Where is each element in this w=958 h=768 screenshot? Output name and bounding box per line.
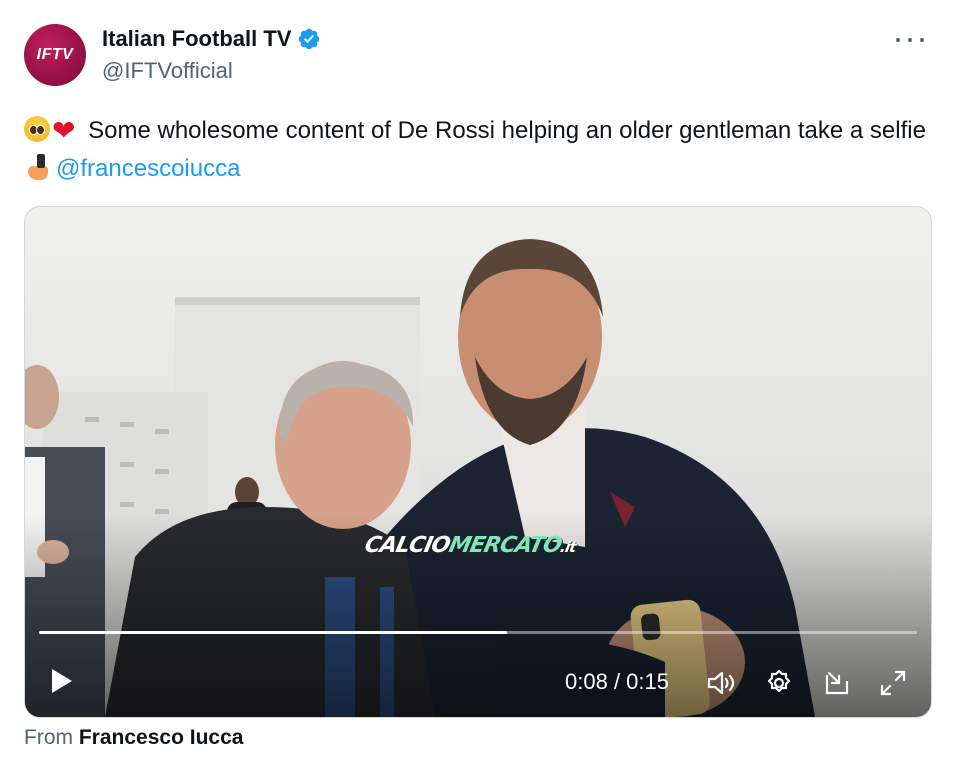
video-time: 0:08 / 0:15	[565, 669, 669, 694]
author-name-row: Italian Football TV	[102, 26, 321, 52]
more-options-icon[interactable]	[896, 30, 924, 50]
source-name-link[interactable]: Francesco Iucca	[79, 726, 244, 749]
volume-icon[interactable]	[705, 667, 737, 699]
selfie-emoji-icon	[28, 154, 50, 182]
dock-icon[interactable]	[821, 667, 853, 699]
tweet-card: IFTV Italian Football TV @IFTVofficial ❤…	[0, 0, 958, 768]
pleading-face-emoji-icon	[24, 116, 50, 142]
verified-badge-icon	[299, 28, 320, 50]
mention-link[interactable]: @francescoiucca	[56, 155, 240, 182]
video-progress-bar[interactable]	[39, 631, 917, 634]
tweet-text: ❤ Some wholesome content of De Rossi hel…	[24, 112, 934, 188]
video-player[interactable]: CALCIOMERCATO.it 0:08 / 0:15	[24, 206, 932, 718]
watermark-logo: CALCIOMERCATO.it	[362, 533, 578, 558]
video-frame	[25, 207, 931, 717]
tweet-body: Some wholesome content of De Rossi helpi…	[81, 117, 926, 144]
settings-icon[interactable]	[763, 667, 795, 699]
video-progress-fill	[39, 631, 508, 634]
play-icon[interactable]	[47, 667, 75, 695]
avatar[interactable]: IFTV	[24, 24, 86, 86]
display-name[interactable]: Italian Football TV	[102, 26, 291, 52]
video-source-attribution: From Francesco Iucca	[24, 726, 244, 749]
author-handle[interactable]: @IFTVofficial	[102, 58, 233, 84]
red-heart-emoji-icon: ❤	[52, 115, 76, 146]
fullscreen-icon[interactable]	[877, 667, 909, 699]
